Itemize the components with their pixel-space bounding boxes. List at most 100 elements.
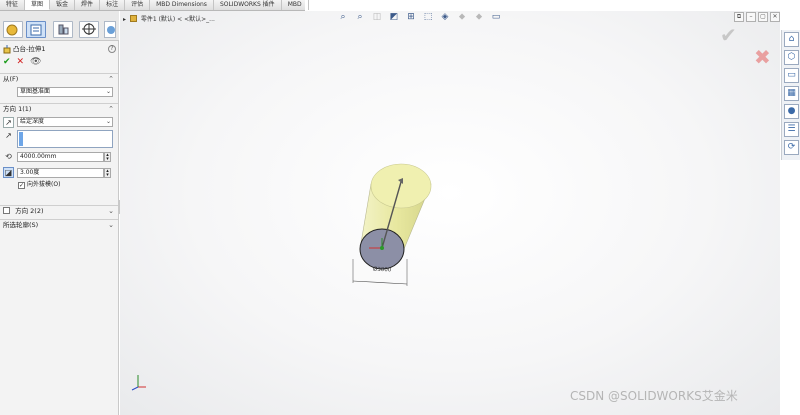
direction1-section: 方向 1(1) ⌃ ↗ 给定深度 ⌄ ↗ ⟲ 4000.00mm ▴ ▾ ◪ 3.… <box>0 103 118 203</box>
cancel-button[interactable]: ✕ <box>17 57 25 67</box>
tab-features[interactable]: 特征 <box>0 0 26 10</box>
maximize-icon[interactable]: ▢ <box>758 12 768 22</box>
action-buttons: ✔ ✕ 👁 <box>3 57 42 67</box>
pie-icon <box>107 26 115 34</box>
graphics-viewport[interactable]: ▸ 零件1 (默认) < <默认>_... ⌕ ⌕ ◫ ◩ ⊞ ⬚ ◈ ⬥ ⬥ … <box>120 11 780 415</box>
help-icon[interactable]: ? <box>108 45 116 53</box>
end-condition-select[interactable]: 给定深度 ⌄ <box>17 117 113 127</box>
tab-weldments[interactable]: 焊件 <box>75 0 101 10</box>
configuration-icon <box>58 24 69 35</box>
dimension-line <box>352 280 408 285</box>
draft-outward-checkbox[interactable]: ✓ <box>18 182 25 189</box>
chevron-down-icon: ⌄ <box>105 118 111 125</box>
appearances-icon[interactable]: ● <box>784 104 799 119</box>
restore-icon[interactable]: ⧉ <box>734 12 744 22</box>
feature-header: 凸台-拉伸1 ? <box>3 44 116 54</box>
chevron-up-icon[interactable]: ⌃ <box>108 104 114 115</box>
diameter-dimension-label[interactable]: Ø3000 <box>373 267 392 274</box>
feature-manager-tab[interactable] <box>3 21 23 38</box>
direction2-header[interactable]: 方向 2(2) ⌄ <box>0 206 118 217</box>
display-manager-tab[interactable] <box>104 21 116 38</box>
depth-icon: ⟲ <box>5 152 12 161</box>
dimxpert-manager-tab[interactable] <box>79 21 99 38</box>
chevron-up-icon[interactable]: ⌃ <box>108 74 114 85</box>
heads-up-view-toolbar: ⌕ ⌕ ◫ ◩ ⊞ ⬚ ◈ ⬥ ⬥ ▭ <box>336 11 503 24</box>
draft-outward-label: 向外拔模(O) <box>27 181 61 188</box>
minimize-icon[interactable]: – <box>746 12 756 22</box>
custom-properties-icon[interactable]: ☰ <box>784 122 799 137</box>
design-library-icon[interactable]: ⬡ <box>784 50 799 65</box>
property-manager-panel: 凸台-拉伸1 ? ✔ ✕ 👁 从(F) ⌃ 草图基准面 ⌄ 方向 1(1) ⌃ <box>0 11 119 415</box>
feature-title: 凸台-拉伸1 <box>13 45 46 53</box>
depth-input[interactable]: 4000.00mm <box>17 152 104 162</box>
from-condition-value: 草图基准面 <box>20 88 51 95</box>
zoom-to-area-icon[interactable]: ⌕ <box>353 11 367 23</box>
dynamic-annotation-icon[interactable]: ⊞ <box>404 11 418 23</box>
display-style-icon[interactable]: ◈ <box>438 11 452 23</box>
chevron-down-icon: ⌄ <box>105 88 111 95</box>
tab-mbd[interactable]: MBD <box>282 0 309 10</box>
preview-eye-icon[interactable]: 👁 <box>30 57 41 67</box>
tab-sketch[interactable]: 草图 <box>25 0 51 10</box>
close-icon[interactable]: ✕ <box>770 12 780 22</box>
from-condition-select[interactable]: 草图基准面 ⌄ <box>17 87 113 97</box>
crosshair-icon <box>82 23 96 35</box>
property-manager-tab[interactable] <box>26 21 46 38</box>
chevron-right-icon: ▸ <box>123 16 127 23</box>
chevron-down-icon[interactable]: ⌄ <box>108 220 114 231</box>
feature-tree-icon <box>6 24 18 36</box>
tab-annotation[interactable]: 标注 <box>100 0 126 10</box>
view-orientation-icon[interactable]: ⬚ <box>421 11 435 23</box>
breadcrumb: ▸ 零件1 (默认) < <默认>_... <box>123 14 215 23</box>
selection-marker <box>19 132 23 146</box>
direction2-section: 方向 2(2) ⌄ <box>0 205 118 217</box>
task-pane: ⌂ ⬡ ▭ ▦ ● ☰ ⟳ <box>781 30 800 160</box>
manager-tabs <box>0 11 119 41</box>
watermark-text: CSDN @SOLIDWORKS艾金米 <box>570 389 738 403</box>
direction1-label: 方向 1(1) <box>3 105 32 113</box>
draft-toggle-icon[interactable]: ◪ <box>3 167 14 178</box>
edit-appearance-icon[interactable]: ⬥ <box>472 11 486 23</box>
coordinate-triad <box>131 375 146 391</box>
confirmation-cancel-icon[interactable]: ✖ <box>754 45 771 69</box>
extrude-preview-model[interactable] <box>340 156 450 291</box>
extrude-boss-icon <box>3 45 11 54</box>
tab-evaluate[interactable]: 评估 <box>125 0 151 10</box>
tab-mbd-dimensions[interactable]: MBD Dimensions <box>150 0 214 10</box>
confirmation-ok-icon[interactable]: ✔ <box>720 23 737 47</box>
tab-solidworks-addins[interactable]: SOLIDWORKS 插件 <box>214 0 282 10</box>
from-section: 从(F) ⌃ 草图基准面 ⌄ <box>0 73 118 101</box>
command-manager-tabs: 特征 草图 钣金 焊件 标注 评估 MBD Dimensions SOLIDWO… <box>0 0 309 11</box>
ok-button[interactable]: ✔ <box>3 57 11 67</box>
previous-view-icon[interactable]: ◫ <box>370 11 384 23</box>
direction-vector-icon: ↗ <box>5 131 12 140</box>
selected-contours-section: 所选轮廓(S) ⌄ <box>0 219 118 231</box>
home-icon[interactable]: ⌂ <box>784 32 799 47</box>
file-explorer-icon[interactable]: ▭ <box>784 68 799 83</box>
section-view-icon[interactable]: ◩ <box>387 11 401 23</box>
part-icon <box>129 15 137 22</box>
forum-icon[interactable]: ⟳ <box>784 140 799 155</box>
window-controls: ⧉ – ▢ ✕ <box>734 12 780 22</box>
direction1-header[interactable]: 方向 1(1) ⌃ <box>0 104 118 115</box>
configuration-manager-tab[interactable] <box>53 21 73 38</box>
property-list-icon <box>30 24 42 36</box>
direction2-checkbox[interactable] <box>3 207 10 214</box>
selected-contours-header[interactable]: 所选轮廓(S) ⌄ <box>0 220 118 231</box>
depth-spinner[interactable]: ▴ ▾ <box>104 152 111 162</box>
tab-sheet-metal[interactable]: 钣金 <box>50 0 76 10</box>
from-section-label: 从(F) <box>3 75 19 83</box>
zoom-to-fit-icon[interactable]: ⌕ <box>336 11 350 23</box>
breadcrumb-text[interactable]: 零件1 (默认) < <默认>_... <box>141 16 215 23</box>
solidworks-window: 特征 草图 钣金 焊件 标注 评估 MBD Dimensions SOLIDWO… <box>0 0 800 415</box>
reverse-direction-icon[interactable]: ↗ <box>3 117 14 128</box>
cylinder-top-face <box>370 163 432 209</box>
from-section-header[interactable]: 从(F) ⌃ <box>0 74 118 85</box>
chevron-down-icon[interactable]: ⌄ <box>108 206 114 217</box>
direction-selection-box[interactable] <box>17 130 113 148</box>
view-settings-icon[interactable]: ▭ <box>489 11 503 23</box>
view-palette-icon[interactable]: ▦ <box>784 86 799 101</box>
draft-angle-spinner[interactable]: ▴ ▾ <box>104 168 111 178</box>
hide-show-items-icon[interactable]: ⬥ <box>455 11 469 23</box>
draft-angle-input[interactable]: 3.00度 <box>17 168 104 178</box>
